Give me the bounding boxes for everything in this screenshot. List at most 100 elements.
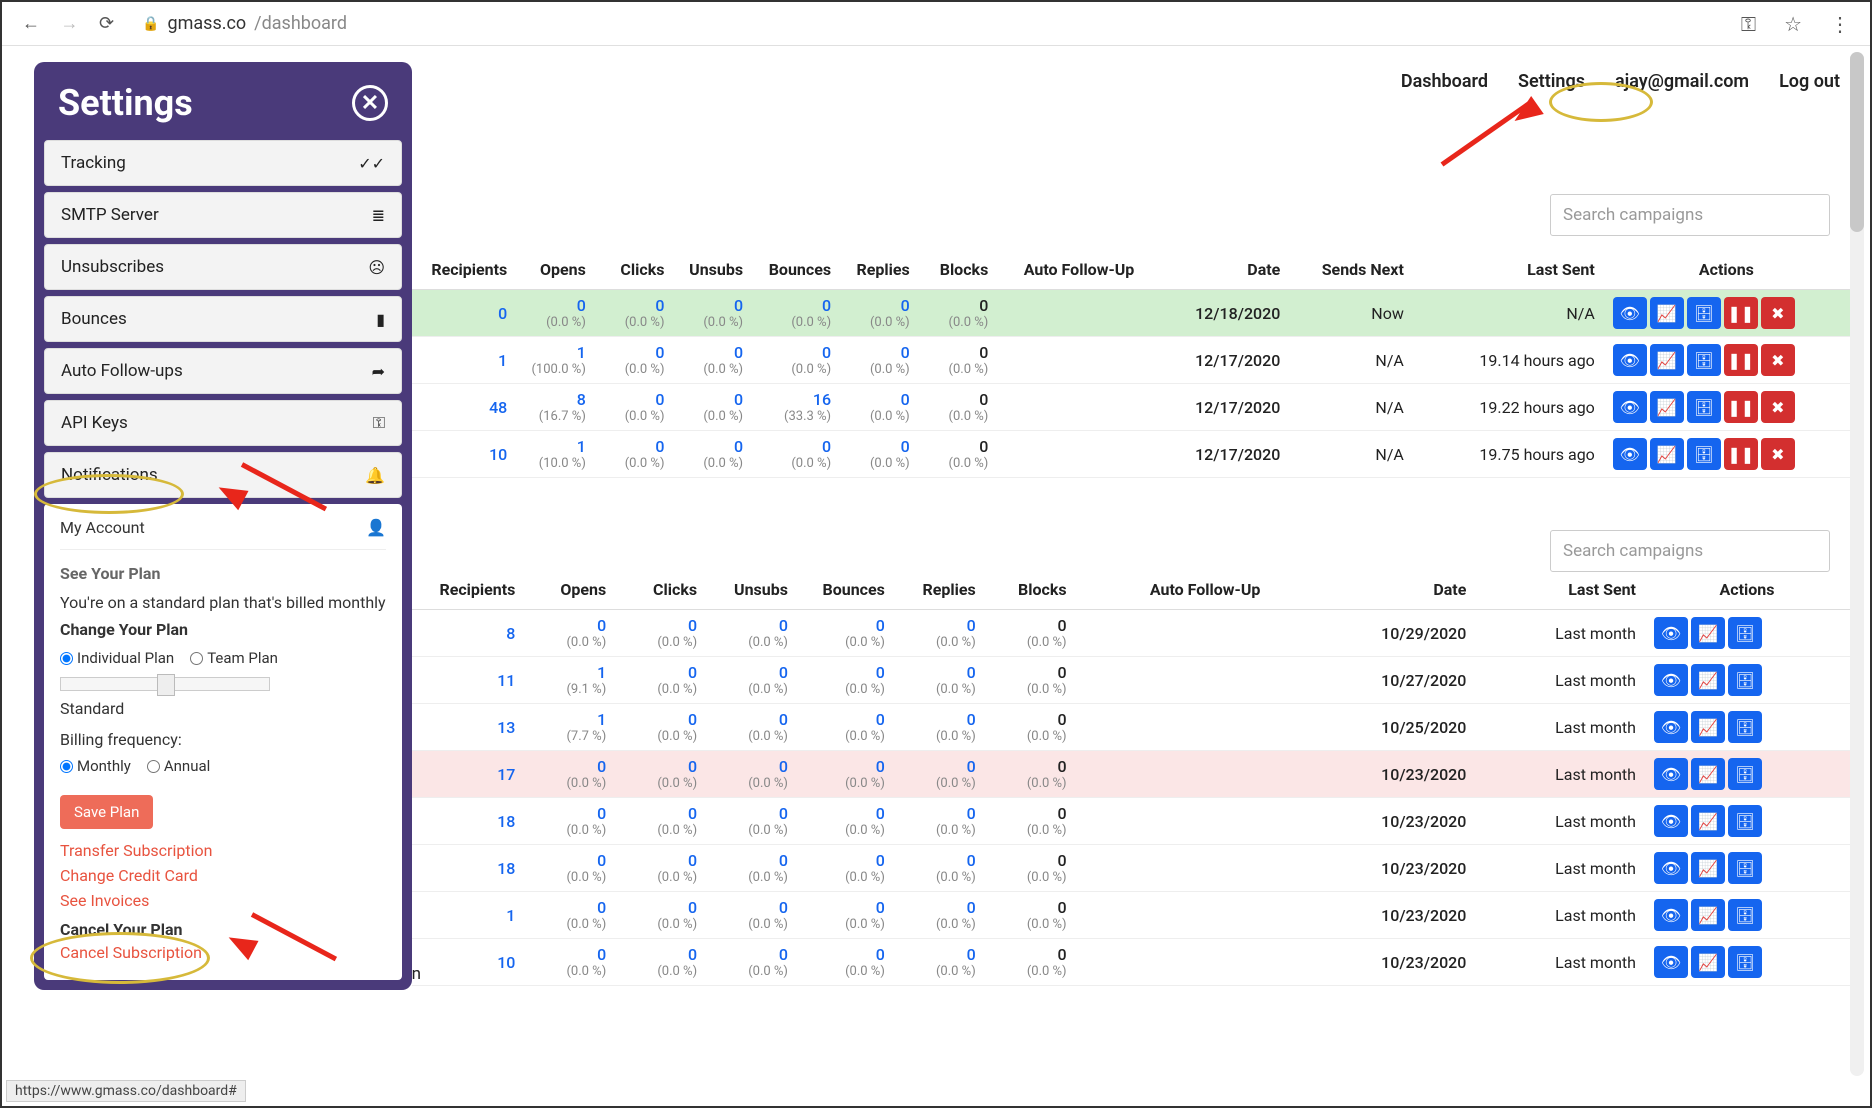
nav-dashboard[interactable]: Dashboard: [1401, 71, 1488, 92]
plan-link-transfer-subscription[interactable]: Transfer Subscription: [60, 841, 386, 860]
action-chart-icon[interactable]: 📈: [1691, 899, 1725, 931]
radio-annual[interactable]: Annual: [147, 757, 210, 775]
action-eye-icon[interactable]: 👁: [1613, 391, 1647, 423]
team-label: Team Plan: [207, 649, 278, 667]
action-archive-icon[interactable]: 🗄: [1687, 391, 1721, 423]
table-row[interactable]: 10(0.0 %)0(0.0 %)0(0.0 %)0(0.0 %)0(0.0 %…: [412, 892, 1850, 939]
action-eye-icon[interactable]: 👁: [1654, 711, 1688, 743]
radio-monthly[interactable]: Monthly: [60, 757, 131, 775]
table-row[interactable]: 170(0.0 %)0(0.0 %)0(0.0 %)0(0.0 %)0(0.0 …: [412, 751, 1850, 798]
table-row[interactable]: 180(0.0 %)0(0.0 %)0(0.0 %)0(0.0 %)0(0.0 …: [412, 845, 1850, 892]
table-row[interactable]: 00(0.0 %)0(0.0 %)0(0.0 %)0(0.0 %)0(0.0 %…: [412, 290, 1850, 337]
table-row[interactable]: 11(100.0 %)0(0.0 %)0(0.0 %)0(0.0 %)0(0.0…: [412, 337, 1850, 384]
action-eye-icon[interactable]: 👁: [1654, 805, 1688, 837]
back-icon[interactable]: ←: [14, 13, 48, 34]
action-eye-icon[interactable]: 👁: [1654, 946, 1688, 978]
action-delete-icon[interactable]: ✖: [1761, 391, 1795, 423]
action-chart-icon[interactable]: 📈: [1691, 664, 1725, 696]
table-row[interactable]: 80(0.0 %)0(0.0 %)0(0.0 %)0(0.0 %)0(0.0 %…: [412, 610, 1850, 657]
see-your-plan: See Your Plan: [60, 564, 386, 583]
action-archive-icon[interactable]: 🗄: [1687, 438, 1721, 470]
settings-item-bounces[interactable]: Bounces▮: [44, 296, 402, 342]
action-archive-icon[interactable]: 🗄: [1728, 805, 1762, 837]
radio-individual[interactable]: Individual Plan: [60, 649, 174, 667]
key-icon[interactable]: ⚿: [1733, 12, 1764, 36]
settings-item-api-keys[interactable]: API Keys⚿: [44, 400, 402, 446]
action-archive-icon[interactable]: 🗄: [1728, 899, 1762, 931]
scrollbar[interactable]: [1850, 52, 1864, 1076]
col-auto-follow-up: Auto Follow-Up: [996, 250, 1142, 290]
settings-item-tracking[interactable]: Tracking✓✓: [44, 140, 402, 186]
menu-icon[interactable]: ⋮: [1822, 12, 1858, 36]
annotation-circle-my-account: [34, 474, 184, 514]
search-campaigns-1[interactable]: Search campaigns: [1550, 194, 1830, 236]
col-clicks: Clicks: [614, 570, 705, 610]
table-row[interactable]: 111(9.1 %)0(0.0 %)0(0.0 %)0(0.0 %)0(0.0 …: [412, 657, 1850, 704]
action-chart-icon[interactable]: 📈: [1691, 805, 1725, 837]
url-bar[interactable]: 🔒 gmass.co/dashboard: [134, 13, 1721, 34]
action-chart-icon[interactable]: 📈: [1650, 344, 1684, 376]
action-archive-icon[interactable]: 🗄: [1728, 664, 1762, 696]
action-delete-icon[interactable]: ✖: [1761, 344, 1795, 376]
search-campaigns-2[interactable]: Search campaigns: [1550, 530, 1830, 572]
table-row[interactable]: 131(7.7 %)0(0.0 %)0(0.0 %)0(0.0 %)0(0.0 …: [412, 704, 1850, 751]
save-plan-button[interactable]: Save Plan: [60, 795, 153, 829]
nav-icons: ← → ⟳: [14, 13, 122, 34]
settings-item-label: Unsubscribes: [61, 257, 164, 277]
action-eye-icon[interactable]: 👁: [1613, 438, 1647, 470]
plan-link-see-invoices[interactable]: See Invoices: [60, 891, 386, 910]
action-pause-icon[interactable]: ❚❚: [1724, 297, 1758, 329]
action-archive-icon[interactable]: 🗄: [1728, 617, 1762, 649]
action-pause-icon[interactable]: ❚❚: [1724, 391, 1758, 423]
table-row[interactable]: 488(16.7 %)0(0.0 %)0(0.0 %)16(33.3 %)0(0…: [412, 384, 1850, 431]
settings-item-smtp-server[interactable]: SMTP Server≣: [44, 192, 402, 238]
action-delete-icon[interactable]: ✖: [1761, 297, 1795, 329]
col-clicks: Clicks: [594, 250, 673, 290]
action-archive-icon[interactable]: 🗄: [1728, 946, 1762, 978]
action-archive-icon[interactable]: 🗄: [1728, 852, 1762, 884]
lock-icon: 🔒: [142, 16, 159, 32]
action-eye-icon[interactable]: 👁: [1654, 899, 1688, 931]
action-eye-icon[interactable]: 👁: [1654, 852, 1688, 884]
table-row[interactable]: 101(10.0 %)0(0.0 %)0(0.0 %)0(0.0 %)0(0.0…: [412, 431, 1850, 478]
action-chart-icon[interactable]: 📈: [1650, 391, 1684, 423]
radio-team[interactable]: Team Plan: [190, 649, 278, 667]
action-archive-icon[interactable]: 🗄: [1687, 344, 1721, 376]
action-chart-icon[interactable]: 📈: [1691, 758, 1725, 790]
settings-item-unsubscribes[interactable]: Unsubscribes☹: [44, 244, 402, 290]
nav-logout[interactable]: Log out: [1779, 71, 1840, 92]
action-chart-icon[interactable]: 📈: [1650, 297, 1684, 329]
action-archive-icon[interactable]: 🗄: [1728, 711, 1762, 743]
plan-description: You're on a standard plan that's billed …: [60, 593, 386, 612]
action-chart-icon[interactable]: 📈: [1650, 438, 1684, 470]
settings-item-auto-follow-ups[interactable]: Auto Follow-ups➦: [44, 348, 402, 394]
action-eye-icon[interactable]: 👁: [1613, 297, 1647, 329]
star-icon[interactable]: ☆: [1776, 12, 1810, 36]
action-chart-icon[interactable]: 📈: [1691, 617, 1725, 649]
scrollbar-thumb[interactable]: [1850, 52, 1864, 232]
action-eye-icon[interactable]: 👁: [1613, 344, 1647, 376]
action-eye-icon[interactable]: 👁: [1654, 617, 1688, 649]
forward-icon[interactable]: →: [52, 13, 86, 34]
reload-icon[interactable]: ⟳: [91, 13, 122, 34]
table-row[interactable]: 100(0.0 %)0(0.0 %)0(0.0 %)0(0.0 %)0(0.0 …: [412, 939, 1850, 986]
url-host: gmass.co: [167, 13, 246, 34]
action-eye-icon[interactable]: 👁: [1654, 758, 1688, 790]
action-eye-icon[interactable]: 👁: [1654, 664, 1688, 696]
action-archive-icon[interactable]: 🗄: [1728, 758, 1762, 790]
col-replies: Replies: [893, 570, 984, 610]
action-chart-icon[interactable]: 📈: [1691, 711, 1725, 743]
plan-slider[interactable]: [60, 677, 270, 691]
my-account-toggle[interactable]: My Account 👤: [60, 518, 386, 550]
plan-link-change-credit-card[interactable]: Change Credit Card: [60, 866, 386, 885]
col-bounces: Bounces: [751, 250, 839, 290]
slider-thumb[interactable]: [157, 674, 175, 696]
action-delete-icon[interactable]: ✖: [1761, 438, 1795, 470]
action-archive-icon[interactable]: 🗄: [1687, 297, 1721, 329]
close-icon[interactable]: ✕: [352, 85, 388, 121]
table-row[interactable]: 180(0.0 %)0(0.0 %)0(0.0 %)0(0.0 %)0(0.0 …: [412, 798, 1850, 845]
action-chart-icon[interactable]: 📈: [1691, 852, 1725, 884]
action-chart-icon[interactable]: 📈: [1691, 946, 1725, 978]
action-pause-icon[interactable]: ❚❚: [1724, 438, 1758, 470]
action-pause-icon[interactable]: ❚❚: [1724, 344, 1758, 376]
